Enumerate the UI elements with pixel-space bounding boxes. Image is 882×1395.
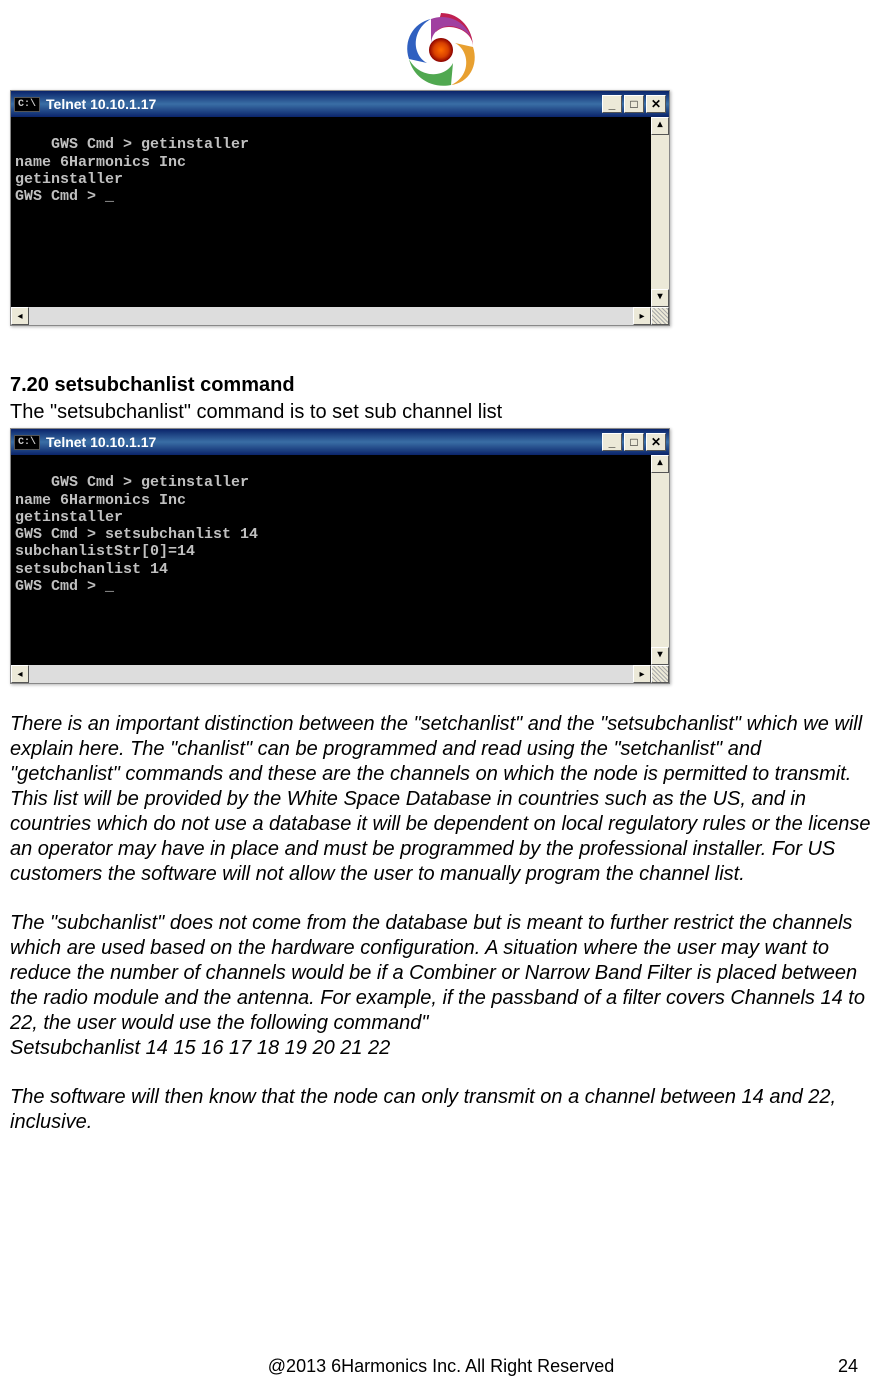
close-button[interactable]: ✕ (646, 95, 666, 113)
resize-grip[interactable] (651, 665, 669, 683)
terminal-icon: C:\ (14, 435, 40, 450)
resize-grip[interactable] (651, 307, 669, 325)
window-titlebar: C:\ Telnet 10.10.1.17 _ □ ✕ (11, 429, 669, 455)
terminal-output: GWS Cmd > getinstaller name 6Harmonics I… (11, 117, 669, 307)
maximize-button[interactable]: □ (624, 433, 644, 451)
close-button[interactable]: ✕ (646, 433, 666, 451)
telnet-window-1: C:\ Telnet 10.10.1.17 _ □ ✕ GWS Cmd > ge… (10, 90, 670, 326)
section-intro: The "setsubchanlist" command is to set s… (10, 401, 872, 424)
terminal-output: GWS Cmd > getinstaller name 6Harmonics I… (11, 455, 669, 665)
scroll-left-button[interactable]: ◂ (11, 307, 29, 325)
scrollbar-track[interactable] (29, 307, 633, 325)
minimize-button[interactable]: _ (602, 95, 622, 113)
copyright-text: @2013 6Harmonics Inc. All Right Reserved (268, 1356, 614, 1376)
maximize-button[interactable]: □ (624, 95, 644, 113)
scroll-up-button[interactable]: ▴ (651, 455, 669, 473)
page-footer: @2013 6Harmonics Inc. All Right Reserved… (0, 1356, 882, 1377)
page-number: 24 (838, 1356, 858, 1377)
window-titlebar: C:\ Telnet 10.10.1.17 _ □ ✕ (11, 91, 669, 117)
section-heading: 7.20 setsubchanlist command (10, 374, 872, 397)
terminal-text: GWS Cmd > getinstaller name 6Harmonics I… (15, 474, 258, 595)
minimize-button[interactable]: _ (602, 433, 622, 451)
scroll-right-button[interactable]: ▸ (633, 307, 651, 325)
scroll-left-button[interactable]: ◂ (11, 665, 29, 683)
terminal-text: GWS Cmd > getinstaller name 6Harmonics I… (15, 136, 249, 205)
telnet-window-2: C:\ Telnet 10.10.1.17 _ □ ✕ GWS Cmd > ge… (10, 428, 670, 684)
scroll-down-button[interactable]: ▾ (651, 647, 669, 665)
window-title: Telnet 10.10.1.17 (46, 434, 600, 450)
company-logo (391, 5, 491, 90)
scroll-down-button[interactable]: ▾ (651, 289, 669, 307)
scrollbar-track[interactable] (29, 665, 633, 683)
horizontal-scrollbar[interactable]: ◂ ▸ (11, 665, 669, 683)
window-title: Telnet 10.10.1.17 (46, 96, 600, 112)
paragraph-3: The software will then know that the nod… (10, 1085, 872, 1135)
paragraph-1: There is an important distinction betwee… (10, 712, 872, 887)
scroll-right-button[interactable]: ▸ (633, 665, 651, 683)
paragraph-2: The "subchanlist" does not come from the… (10, 911, 872, 1036)
terminal-icon: C:\ (14, 97, 40, 112)
horizontal-scrollbar[interactable]: ◂ ▸ (11, 307, 669, 325)
command-example: Setsubchanlist 14 15 16 17 18 19 20 21 2… (10, 1036, 872, 1061)
scroll-up-button[interactable]: ▴ (651, 117, 669, 135)
